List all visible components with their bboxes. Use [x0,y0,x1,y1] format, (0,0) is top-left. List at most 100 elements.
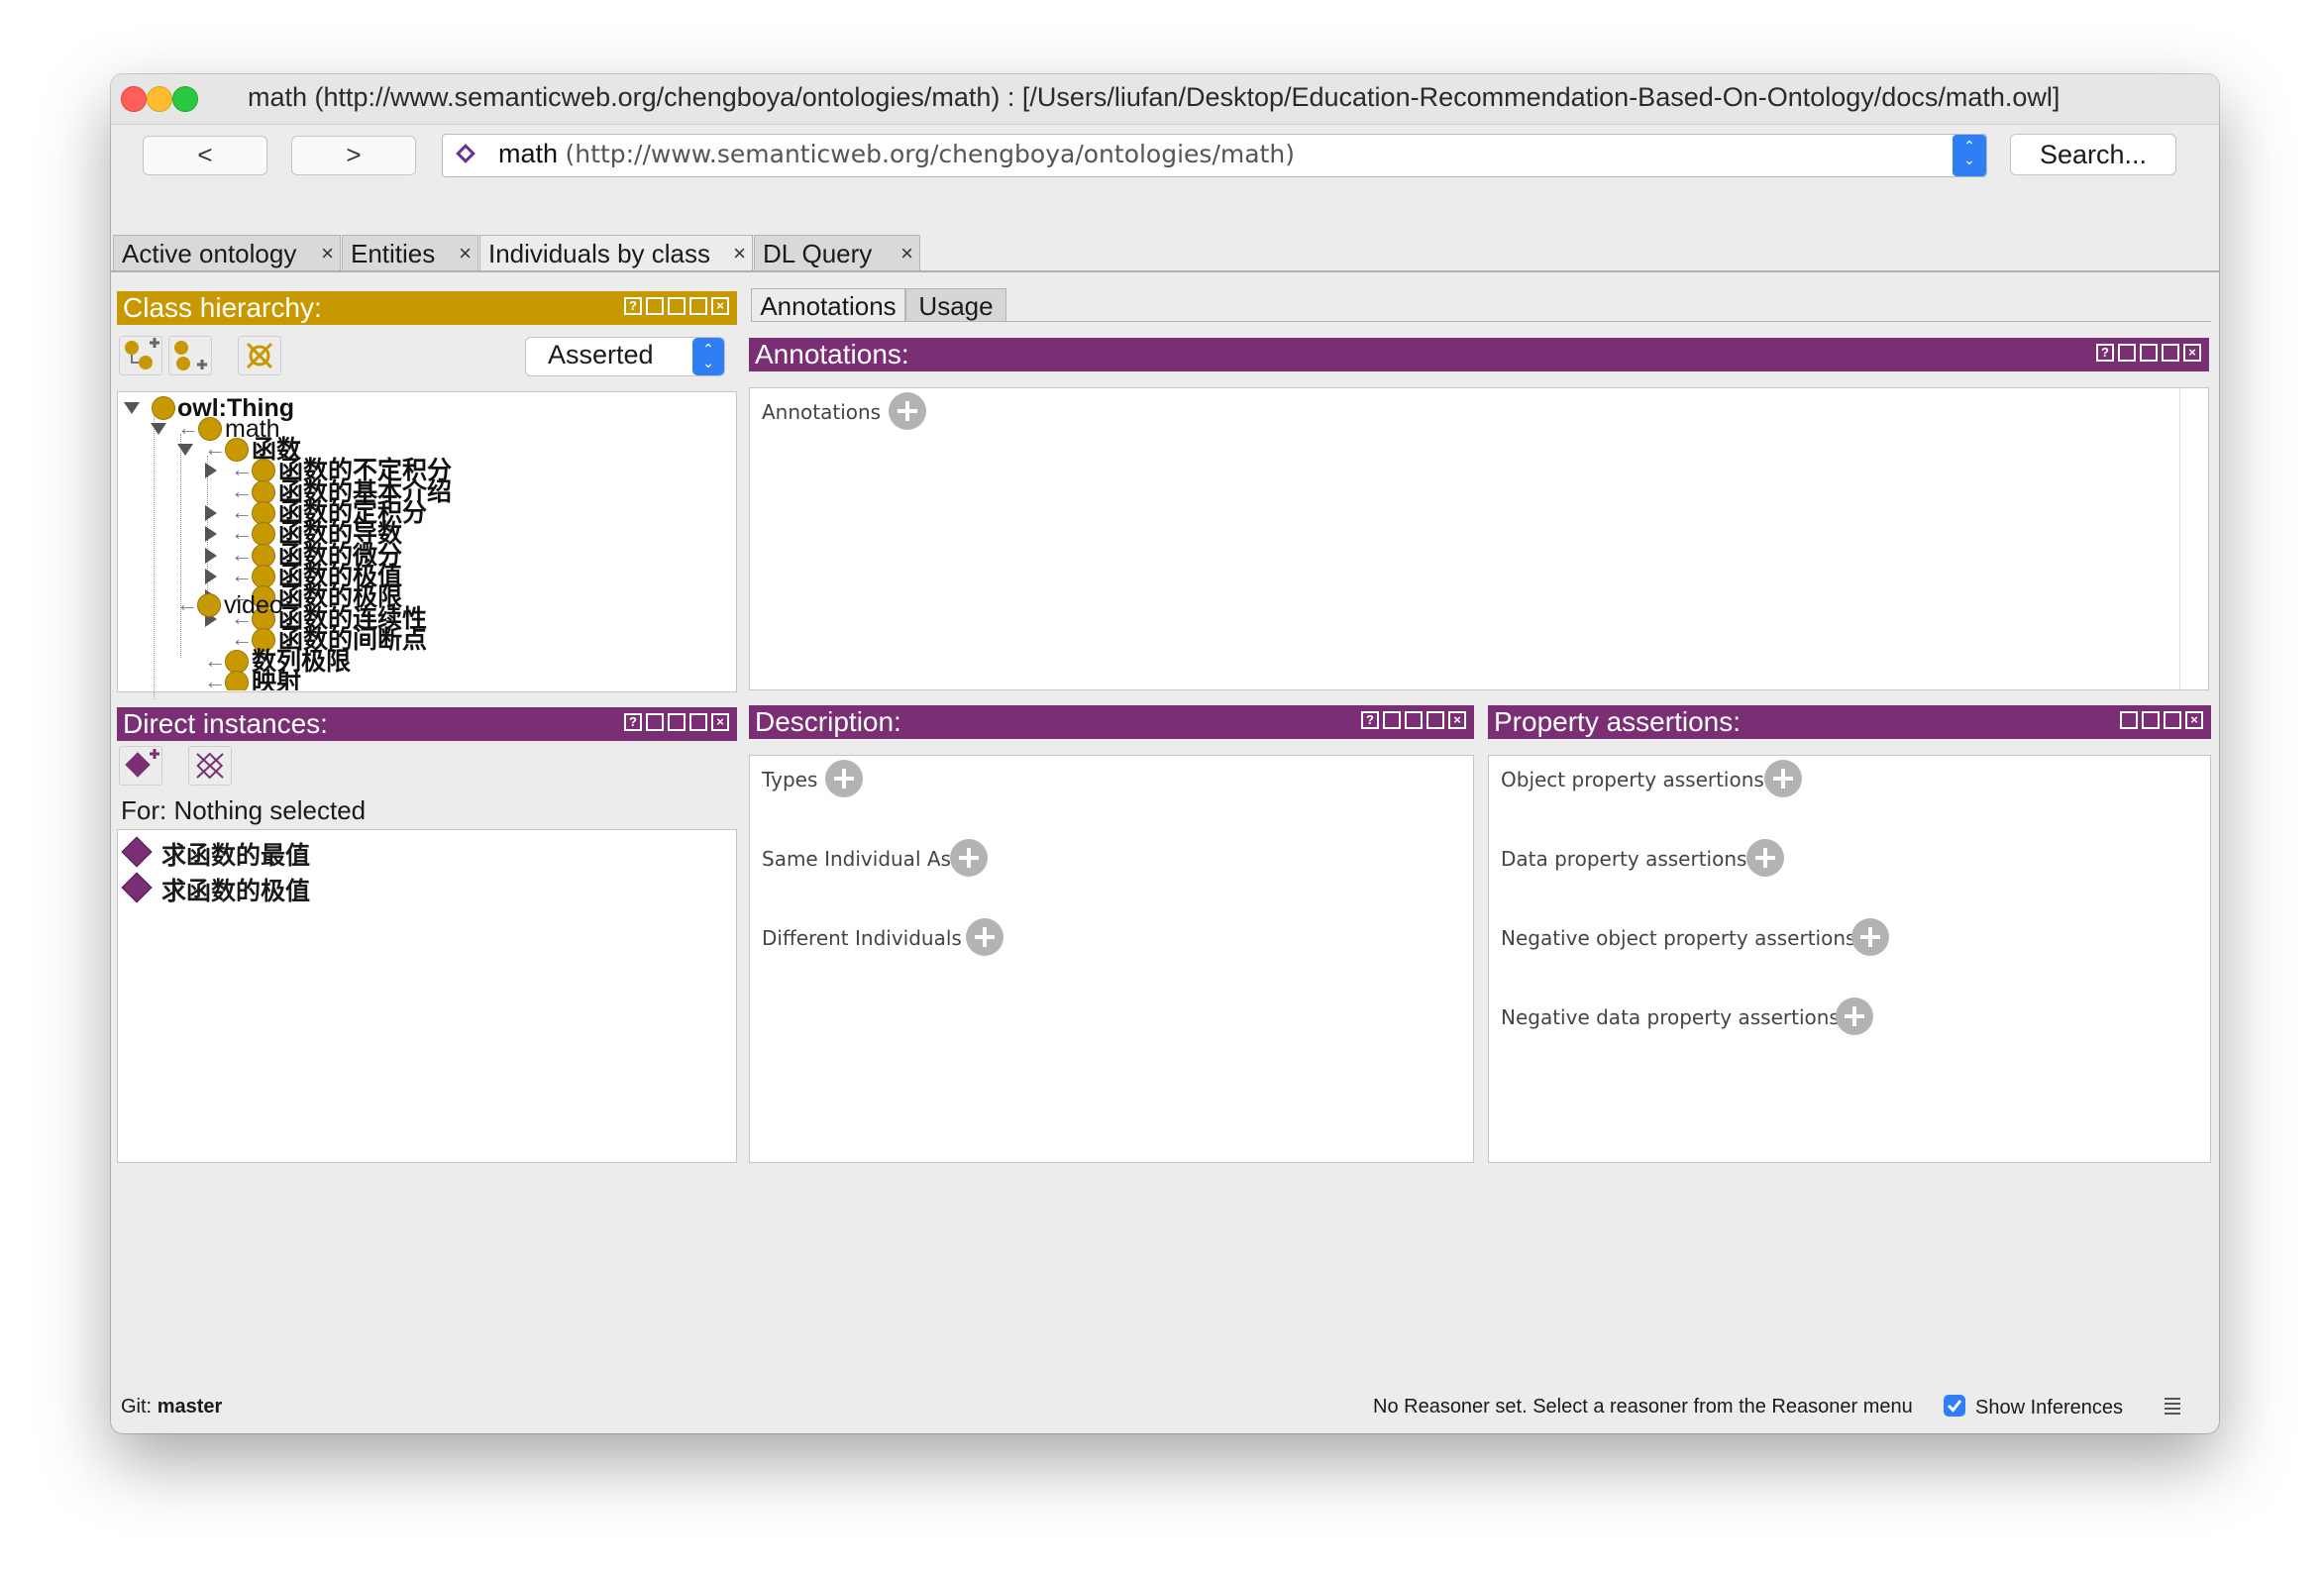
chevron-updown-icon[interactable]: ⌃ ⌄ [1953,135,1986,176]
ontology-iri: (http://www.semanticweb.org/chengboya/on… [565,140,1295,168]
instances-list[interactable]: 求函数的最值 求函数的极值 [117,829,737,1163]
help-icon[interactable]: ? [2096,344,2114,362]
close-window-icon[interactable] [121,86,147,112]
tab-individuals-by-class[interactable]: Individuals by class × [479,235,753,270]
same-individual-label: Same Individual As [762,847,951,871]
active-ontology-selector[interactable]: math (http://www.semanticweb.org/chengbo… [442,134,1987,177]
reasoner-message: No Reasoner set. Select a reasoner from … [1373,1396,1913,1418]
split-vertical-icon[interactable] [2120,711,2138,729]
git-status: Git: master [121,1396,222,1419]
description-title: Description: [755,706,901,737]
chevron-updown-icon: ⌃ ⌄ [692,338,724,375]
tab-label: Individuals by class [488,239,710,268]
class-icon [225,671,249,690]
class-hierarchy-title: Class hierarchy: [123,292,322,323]
help-icon[interactable]: ? [1361,711,1379,729]
view-controls: ? × [624,297,729,315]
float-view-icon[interactable] [689,713,707,731]
help-icon[interactable]: ? [624,297,642,315]
add-sibling-class-icon[interactable] [168,336,212,375]
split-vertical-icon[interactable] [646,713,664,731]
close-view-icon[interactable]: × [2185,711,2203,729]
tab-active-ontology[interactable]: Active ontology × [113,235,341,270]
split-vertical-icon[interactable] [2118,344,2136,362]
split-horizontal-icon[interactable] [2142,711,2160,729]
minimize-window-icon[interactable] [147,86,172,112]
annotations-title: Annotations: [755,339,909,369]
split-horizontal-icon[interactable] [668,297,686,315]
tab-label: DL Query [763,239,873,268]
add-icon[interactable] [1764,760,1802,797]
close-view-icon[interactable]: × [711,297,729,315]
add-icon[interactable] [889,392,926,430]
git-branch: master [157,1396,223,1418]
negative-data-property-assertions-label: Negative data property assertions [1501,1005,1840,1029]
add-icon[interactable] [825,760,863,797]
delete-class-icon[interactable] [238,336,281,375]
delete-individual-icon[interactable] [188,746,232,786]
class-icon [197,593,221,617]
float-view-icon[interactable] [2164,711,2181,729]
add-icon[interactable] [966,918,1004,956]
float-view-icon[interactable] [689,297,707,315]
add-icon[interactable] [1836,998,1873,1035]
close-view-icon[interactable]: × [2183,344,2201,362]
annotations-header: Annotations: ? × [749,338,2209,371]
split-horizontal-icon[interactable] [668,713,686,731]
log-icon[interactable] [2164,1396,2181,1418]
scrollbar-track[interactable] [2179,388,2180,689]
close-tab-icon[interactable]: × [733,236,746,271]
tab-entities[interactable]: Entities × [342,235,478,270]
direct-instances-title: Direct instances: [123,708,328,739]
show-inferences-label: Show Inferences [1975,1397,2123,1419]
back-button[interactable]: < [143,136,267,175]
property-assertions-header: Property assertions: × [1488,705,2211,739]
close-view-icon[interactable]: × [711,713,729,731]
tab-divider [111,270,2219,272]
direct-instances-header: Direct instances: ? × [117,707,737,741]
float-view-icon[interactable] [2162,344,2179,362]
add-icon[interactable] [1746,839,1784,877]
close-tab-icon[interactable]: × [459,236,472,271]
split-vertical-icon[interactable] [646,297,664,315]
tree-node-label: video [224,591,283,619]
help-icon[interactable]: ? [624,713,642,731]
split-horizontal-icon[interactable] [2140,344,2158,362]
forward-button[interactable]: > [291,136,416,175]
list-item[interactable]: 求函数的极值 [118,870,732,905]
tab-dl-query[interactable]: DL Query × [754,235,920,270]
split-vertical-icon[interactable] [1383,711,1401,729]
hierarchy-mode-select[interactable]: Asserted ⌃ ⌄ [525,337,725,376]
property-assertions-panel[interactable]: Object property assertions Data property… [1488,755,2211,1163]
view-controls: × [2120,711,2203,729]
zoom-window-icon[interactable] [172,86,198,112]
property-assertions-title: Property assertions: [1494,706,1741,737]
different-individuals-label: Different Individuals [762,926,962,950]
float-view-icon[interactable] [1426,711,1444,729]
annotations-panel[interactable]: Annotations [749,387,2209,690]
close-tab-icon[interactable]: × [321,236,334,271]
add-subclass-icon[interactable] [119,336,162,375]
search-button[interactable]: Search... [2010,134,2176,175]
class-tree[interactable]: owl:Thing ← math ← 函数 ← 函数的不定积分 ← 函数的基本介… [117,391,737,699]
tab-annotations[interactable]: Annotations [751,288,905,322]
subclass-arrow-icon: ← [176,591,198,616]
split-horizontal-icon[interactable] [1405,711,1423,729]
tree-node-class[interactable]: ← 映射 [118,667,732,690]
close-tab-icon[interactable]: × [900,236,913,271]
add-icon[interactable] [1851,918,1889,956]
show-inferences-checkbox[interactable] [1944,1395,1965,1417]
subclass-arrow-icon: ← [204,669,226,690]
tab-label: Entities [351,239,436,268]
tree-node-video[interactable]: ← video [117,589,731,621]
individual-icon [121,836,153,868]
title-bar: math (http://www.semanticweb.org/chengbo… [111,74,2219,125]
list-item[interactable]: 求函数的最值 [118,834,732,870]
description-panel[interactable]: Types Same Individual As Different Indiv… [749,755,1474,1163]
data-property-assertions-label: Data property assertions [1501,847,1747,871]
add-individual-icon[interactable] [119,746,162,786]
tab-usage[interactable]: Usage [905,288,1006,322]
add-icon[interactable] [950,839,988,877]
negative-object-property-assertions-label: Negative object property assertions [1501,926,1856,950]
close-view-icon[interactable]: × [1448,711,1466,729]
